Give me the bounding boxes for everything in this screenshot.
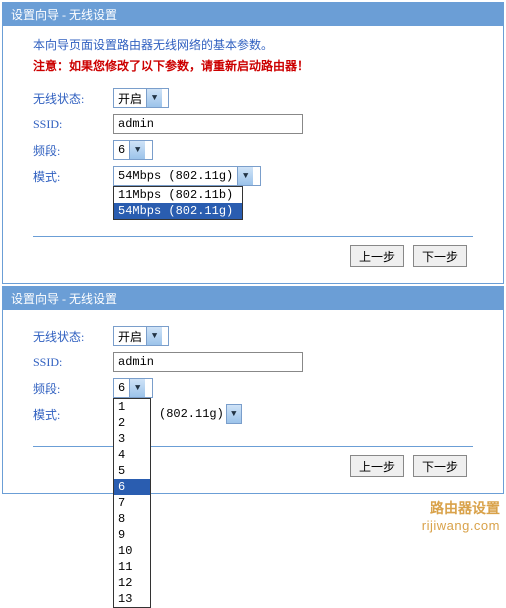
- row-ssid: SSID:: [33, 352, 473, 372]
- select-wireless-status[interactable]: 开启 ▼: [113, 326, 169, 346]
- ssid-input[interactable]: [113, 114, 303, 134]
- row-mode: 模式: 54Mbps (802.11g) ▼ 11Mbps (802.11b)5…: [33, 166, 473, 186]
- select-value: 54Mbps (802.11g): [114, 169, 237, 183]
- button-bar: 上一步 下一步: [33, 455, 473, 477]
- label-ssid: SSID:: [33, 355, 113, 370]
- panel-body: 本向导页面设置路由器无线网络的基本参数。 注意：如果您修改了以下参数，请重新启动…: [3, 26, 503, 283]
- watermark-line1: 路由器设置: [0, 498, 500, 518]
- mode-suffix: (802.11g): [159, 407, 224, 421]
- channel-option[interactable]: 13: [114, 591, 150, 607]
- watermark-line2: rijiwang.com: [0, 518, 500, 533]
- row-channel: 频段: 6 ▼: [33, 140, 473, 160]
- select-channel[interactable]: 6 ▼: [113, 140, 153, 160]
- select-channel[interactable]: 6 ▼: [113, 378, 153, 398]
- channel-option[interactable]: 2: [114, 415, 150, 431]
- panel-title: 设置向导 - 无线设置: [3, 287, 503, 310]
- select-wireless-status[interactable]: 开启 ▼: [113, 88, 169, 108]
- intro-text: 本向导页面设置路由器无线网络的基本参数。: [33, 36, 473, 53]
- channel-option[interactable]: 11: [114, 559, 150, 575]
- channel-option[interactable]: 8: [114, 511, 150, 527]
- channel-option[interactable]: 10: [114, 543, 150, 559]
- chevron-down-icon: ▼: [146, 89, 162, 107]
- mode-option[interactable]: 54Mbps (802.11g): [114, 203, 242, 219]
- button-bar: 上一步 下一步: [33, 245, 473, 267]
- row-ssid: SSID:: [33, 114, 473, 134]
- select-mode-partial[interactable]: ▼: [226, 404, 242, 424]
- wizard-panel-1: 设置向导 - 无线设置 本向导页面设置路由器无线网络的基本参数。 注意：如果您修…: [2, 2, 504, 284]
- chevron-down-icon: ▼: [129, 379, 145, 397]
- divider: [33, 236, 473, 237]
- select-mode[interactable]: 54Mbps (802.11g) ▼: [113, 166, 261, 186]
- warning-text: 注意：如果您修改了以下参数，请重新启动路由器！: [33, 57, 473, 74]
- chevron-down-icon: ▼: [227, 405, 241, 423]
- row-wireless-status: 无线状态: 开启 ▼: [33, 88, 473, 108]
- channel-option[interactable]: 5: [114, 463, 150, 479]
- chevron-down-icon: ▼: [129, 141, 145, 159]
- select-value: 6: [114, 381, 129, 395]
- channel-option[interactable]: 6: [114, 479, 150, 495]
- channel-option[interactable]: 12: [114, 575, 150, 591]
- label-wireless-status: 无线状态:: [33, 90, 113, 107]
- channel-option[interactable]: 1: [114, 399, 150, 415]
- panel-body: 无线状态: 开启 ▼ SSID: 频段: 6 ▼ 123456789101112…: [3, 310, 503, 493]
- divider: [33, 446, 473, 447]
- channel-option[interactable]: 7: [114, 495, 150, 511]
- row-mode: 模式: ▼ (802.11g) ▼: [33, 404, 473, 424]
- channel-option[interactable]: 4: [114, 447, 150, 463]
- mode-dropdown[interactable]: 11Mbps (802.11b)54Mbps (802.11g): [113, 186, 243, 220]
- label-mode: 模式:: [33, 406, 113, 423]
- select-value: 6: [114, 143, 129, 157]
- label-wireless-status: 无线状态:: [33, 328, 113, 345]
- panel-title: 设置向导 - 无线设置: [3, 3, 503, 26]
- channel-option[interactable]: 3: [114, 431, 150, 447]
- mode-option[interactable]: 11Mbps (802.11b): [114, 187, 242, 203]
- select-value: 开启: [114, 328, 146, 345]
- row-channel: 频段: 6 ▼ 12345678910111213: [33, 378, 473, 398]
- chevron-down-icon: ▼: [237, 167, 253, 185]
- select-value: 开启: [114, 90, 146, 107]
- next-button[interactable]: 下一步: [413, 245, 467, 267]
- chevron-down-icon: ▼: [146, 327, 162, 345]
- row-wireless-status: 无线状态: 开启 ▼: [33, 326, 473, 346]
- prev-button[interactable]: 上一步: [350, 245, 404, 267]
- label-channel: 频段:: [33, 380, 113, 397]
- channel-option[interactable]: 9: [114, 527, 150, 543]
- prev-button[interactable]: 上一步: [350, 455, 404, 477]
- wizard-panel-2: 设置向导 - 无线设置 无线状态: 开启 ▼ SSID: 频段: 6 ▼ 123…: [2, 286, 504, 494]
- label-ssid: SSID:: [33, 117, 113, 132]
- ssid-input[interactable]: [113, 352, 303, 372]
- label-mode: 模式:: [33, 168, 113, 185]
- next-button[interactable]: 下一步: [413, 455, 467, 477]
- channel-dropdown[interactable]: 12345678910111213: [113, 398, 151, 608]
- label-channel: 频段:: [33, 142, 113, 159]
